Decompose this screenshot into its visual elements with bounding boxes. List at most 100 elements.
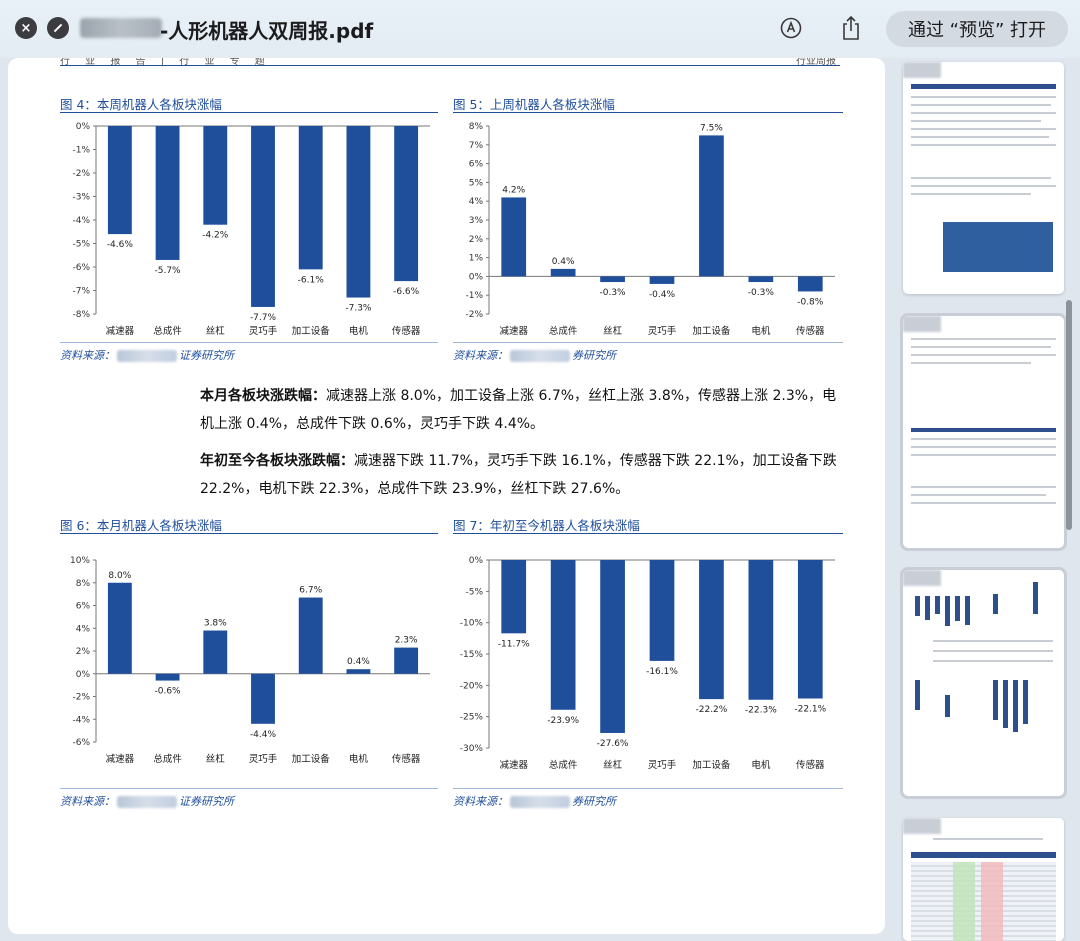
bar-1 (550, 560, 576, 710)
share-icon[interactable] (838, 15, 864, 41)
thumb-line (911, 185, 1056, 187)
source-label: 资料来源： (453, 795, 508, 808)
data-label-4: -6.1% (298, 275, 325, 285)
category-label-0: 减速器 (499, 325, 528, 337)
chart-svg: 10% 8% 6% 4% 2% 0% -2% -4% -6% 8.0% 减速器 -0.6% 总成件 3.8… (70, 556, 430, 765)
y-tick-label: -1% (465, 291, 483, 301)
thumb-bar (935, 596, 940, 614)
figure-7-chart: 0% -5% -10% -15% -20% -25% -30% -11.7% 减速器 -23.9%… (453, 554, 843, 774)
category-label-3: 灵巧手 (249, 753, 278, 765)
source-label: 资料来源： (60, 349, 115, 362)
bar-6 (797, 560, 823, 699)
bar-6 (394, 647, 419, 674)
bar-1 (155, 673, 180, 681)
thumb-line (911, 346, 1051, 348)
y-tick-label: -1% (72, 146, 90, 156)
data-label-1: 0.4% (552, 257, 575, 267)
category-label-6: 传感器 (392, 753, 421, 765)
thumb-bar (915, 680, 920, 710)
y-tick-label: -6% (72, 738, 90, 748)
thumb-red-column (981, 862, 1003, 941)
data-label-1: -0.6% (155, 687, 182, 697)
paragraph-monthly: 本月各板块涨跌幅：减速器上涨 8.0%，加工设备上涨 6.7%，丝杠上涨 3.8… (200, 382, 850, 438)
markup-icon[interactable] (778, 15, 804, 41)
y-tick-label: -6% (72, 263, 90, 273)
thumb-line (911, 136, 1049, 138)
thumb-line (911, 120, 1041, 122)
page-thumbnail-1[interactable] (903, 62, 1064, 294)
bar-5 (748, 276, 774, 283)
bar-4 (298, 126, 323, 270)
y-tick-label: 6% (76, 602, 91, 612)
source-org: 券研究所 (572, 349, 616, 362)
category-label-4: 加工设备 (292, 325, 331, 337)
data-label-0: -11.7% (498, 639, 530, 649)
y-tick-label: 3% (469, 216, 484, 226)
page-thumbnail-3-current[interactable] (900, 567, 1067, 799)
thumb-bar (993, 680, 998, 720)
thumb-line (933, 640, 1053, 642)
thumb-table-header (911, 84, 1056, 89)
figure-5-source: 资料来源： 券研究所 (453, 347, 616, 363)
bar-3 (649, 560, 675, 661)
data-label-3: -0.4% (649, 290, 676, 300)
bar-3 (251, 126, 275, 307)
bar-2 (203, 126, 228, 225)
bar-0 (501, 197, 527, 277)
thumb-line (911, 486, 1056, 488)
category-label-2: 丝杠 (603, 325, 623, 337)
thumb-bar (945, 596, 950, 626)
y-tick-label: 8% (76, 579, 91, 589)
bar-3 (649, 276, 675, 284)
bar-4 (699, 560, 724, 700)
thumb-line (911, 454, 1056, 456)
page-thumbnail-4[interactable] (903, 818, 1064, 941)
thumb-line (911, 362, 1031, 364)
thumb-bar (1023, 680, 1028, 724)
figure-7-title: 图 7：年初至今机器人各板块涨幅 (453, 518, 640, 533)
category-label-5: 电机 (349, 753, 369, 765)
y-tick-label: 10% (70, 556, 90, 566)
category-label-6: 传感器 (392, 325, 421, 337)
source-org: 券研究所 (572, 795, 616, 808)
minimize-icon[interactable] (47, 17, 69, 39)
thumb-bar (965, 596, 970, 625)
data-label-6: -0.8% (797, 297, 824, 307)
open-in-preview-button[interactable]: 通过 “预览” 打开 (886, 11, 1068, 47)
paragraph-monthly-lead: 本月各板块涨跌幅： (200, 388, 326, 404)
data-label-6: -22.1% (794, 704, 826, 714)
thumb-green-column (953, 862, 975, 941)
thumb-line (911, 128, 1056, 130)
thumb-line (911, 96, 1056, 98)
figure-6-foot-rule (60, 788, 438, 789)
data-label-4: -22.2% (696, 705, 728, 715)
category-label-6: 传感器 (796, 325, 825, 337)
y-tick-label: -2% (72, 693, 90, 703)
page-thumbnail-2[interactable] (900, 313, 1067, 551)
y-tick-label: -15% (460, 650, 484, 660)
document-page[interactable]: 行 业 报 告 | 行 业 专 题 行业周报 图 4：本周机器人各板块涨幅 0%… (8, 58, 885, 934)
figure-6-source: 资料来源： 证券研究所 (60, 793, 234, 809)
figure-5-rule (453, 112, 843, 113)
category-label-1: 总成件 (153, 753, 182, 765)
category-label-0: 减速器 (106, 325, 135, 337)
data-label-2: 3.8% (204, 619, 227, 629)
category-label-4: 加工设备 (292, 753, 331, 765)
thumbnail-scrollbar[interactable] (1066, 300, 1072, 530)
thumb-line (911, 502, 1056, 504)
figure-4-source: 资料来源： 证券研究所 (60, 347, 234, 363)
y-tick-label: 0% (76, 670, 91, 680)
category-label-1: 总成件 (153, 325, 182, 337)
redacted-thumb-label (903, 818, 941, 834)
title-bar: × -人形机器人双周报.pdf 通过 “预览” 打开 (0, 0, 1080, 58)
close-icon[interactable]: × (15, 17, 37, 39)
bar-5 (346, 126, 371, 298)
redacted-source (117, 796, 177, 808)
redacted-thumb-label (903, 62, 941, 78)
y-tick-label: 0% (469, 556, 484, 566)
data-label-1: -5.7% (155, 266, 182, 276)
y-tick-label: -2% (72, 169, 90, 179)
chart-svg: 0% -5% -10% -15% -20% -25% -30% -11.7% 减速器 -23.9%… (460, 556, 835, 771)
redacted-source (510, 350, 570, 362)
y-tick-label: -10% (460, 619, 484, 629)
